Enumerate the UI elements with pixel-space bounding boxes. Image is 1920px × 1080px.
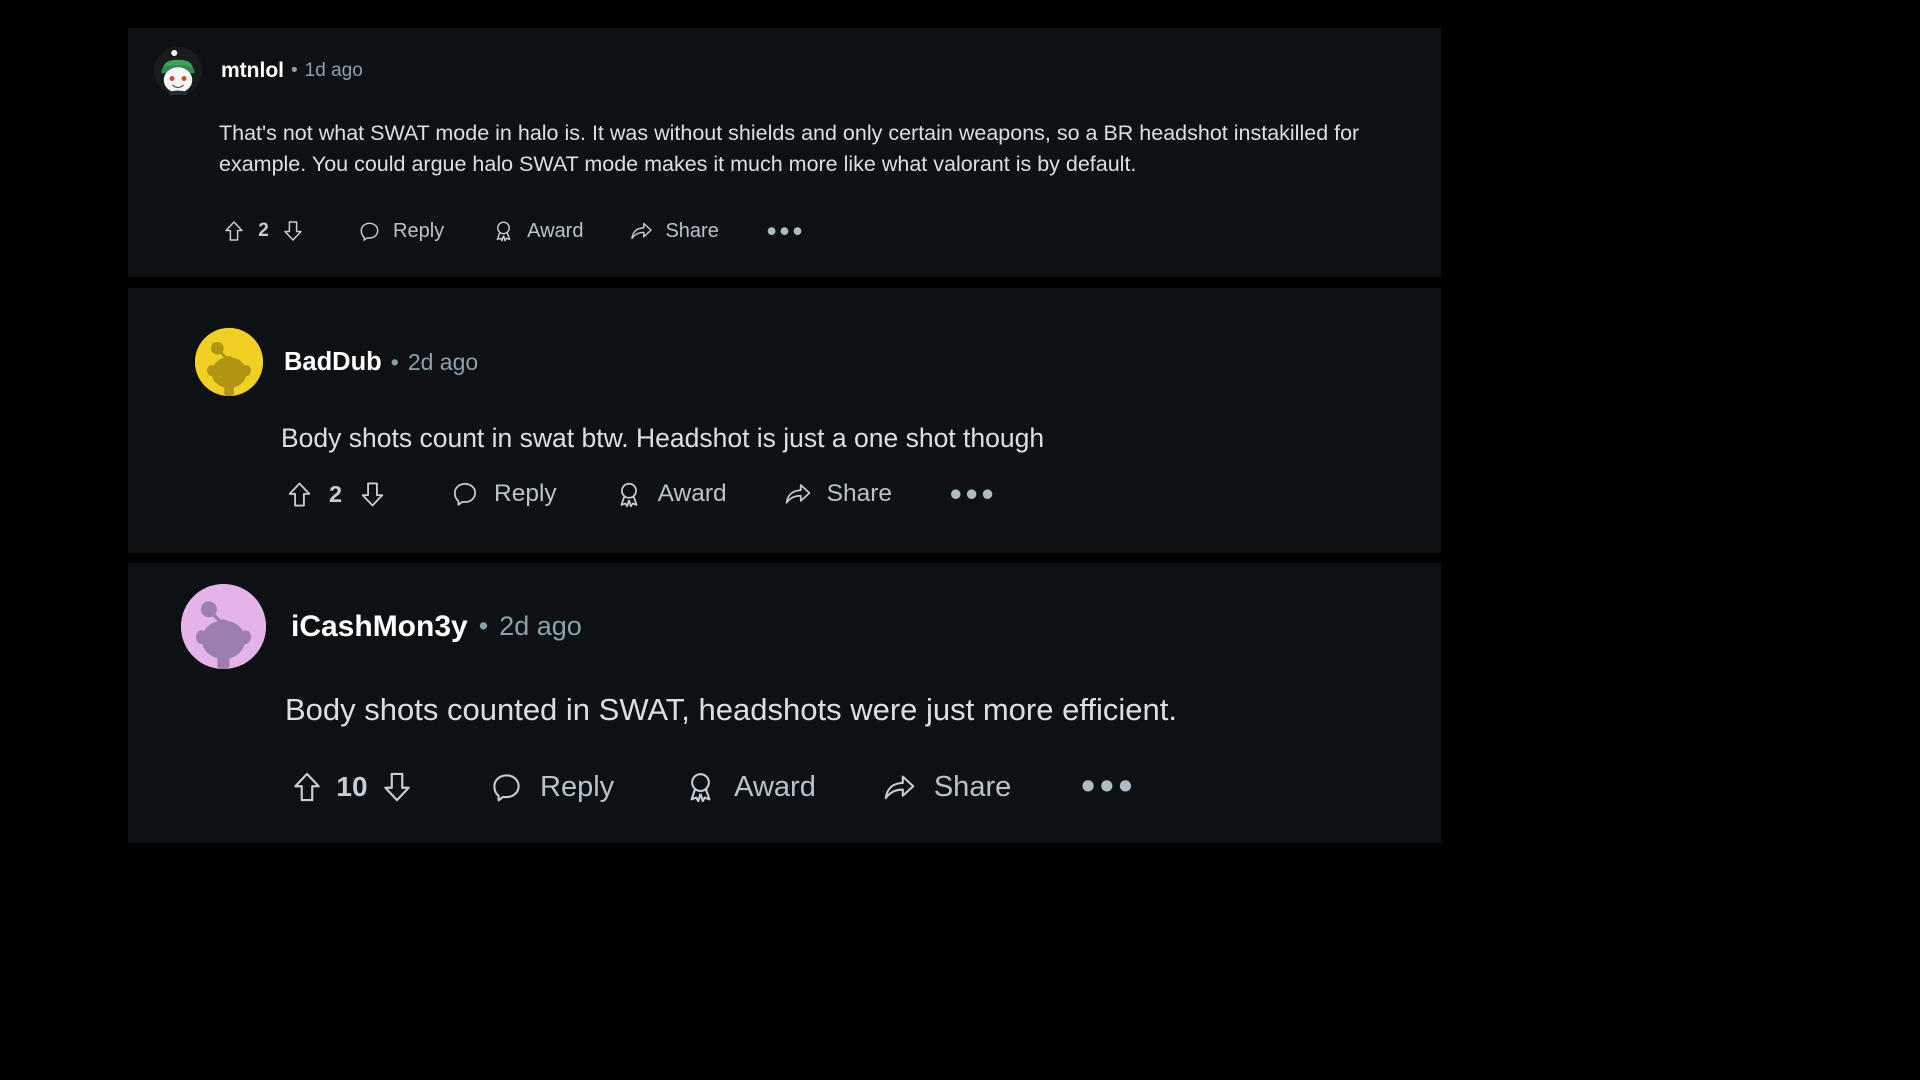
meta-separator-dot: • (478, 611, 489, 641)
share-label: Share (665, 219, 719, 242)
more-options-button[interactable]: ••• (950, 477, 998, 510)
comment-timestamp: 1d ago (304, 60, 363, 81)
comment-bubble-icon (356, 218, 382, 244)
meta-separator-dot: • (291, 60, 298, 81)
reply-label: Reply (540, 770, 615, 803)
share-arrow-icon (782, 478, 814, 510)
comment-action-bar: 10 Reply Award Share ••• (288, 768, 1137, 806)
comment-card: mtnlol • 1d ago That's not what SWAT mod… (128, 28, 1441, 277)
more-options-button[interactable]: ••• (767, 217, 806, 244)
comment-bubble-icon (487, 768, 525, 806)
reply-button[interactable]: Reply (449, 478, 557, 510)
award-label: Award (734, 770, 816, 803)
reply-label: Reply (393, 219, 445, 242)
reply-button[interactable]: Reply (356, 218, 444, 244)
reddit-snoo-avatar (181, 584, 266, 669)
comment-bubble-icon (449, 478, 481, 510)
vote-group: 10 (288, 768, 416, 806)
share-button[interactable]: Share (782, 478, 892, 510)
avatar[interactable] (181, 584, 266, 669)
downvote-arrow-icon[interactable] (378, 768, 416, 806)
comment-action-bar: 2 Reply Award Share ••• (283, 477, 998, 511)
award-label: Award (657, 480, 727, 507)
comment-card: iCashMon3y • 2d ago Body shots counted i… (128, 563, 1441, 843)
reply-label: Reply (494, 480, 557, 507)
comment-body-text: Body shots count in swat btw. Headshot i… (281, 423, 1045, 453)
vote-group: 2 (283, 478, 388, 510)
upvote-arrow-icon[interactable] (283, 478, 315, 510)
meta-separator-dot: • (390, 348, 399, 375)
comment-author-username[interactable]: iCashMon3y (291, 610, 468, 644)
vote-count: 2 (258, 220, 269, 241)
upvote-arrow-icon[interactable] (221, 218, 247, 244)
comment-body-text: Body shots counted in SWAT, headshots we… (285, 692, 1177, 727)
reply-button[interactable]: Reply (487, 768, 614, 806)
share-label: Share (826, 480, 893, 507)
vote-count: 2 (328, 480, 343, 507)
award-ribbon-icon (681, 768, 719, 806)
share-arrow-icon (628, 218, 654, 244)
upvote-arrow-icon[interactable] (288, 768, 326, 806)
award-button[interactable]: Award (681, 768, 816, 806)
comment-action-bar: 2 Reply Award Share ••• (221, 217, 806, 244)
avatar[interactable] (154, 47, 202, 95)
comment-timestamp: 2d ago (407, 348, 479, 375)
vote-count: 10 (336, 771, 368, 802)
comment-timestamp: 2d ago (499, 611, 582, 641)
award-button[interactable]: Award (613, 478, 727, 510)
vote-group: 2 (221, 218, 306, 244)
comment-body-text: That's not what SWAT mode in halo is. It… (219, 121, 1360, 176)
comment-card: BadDub • 2d ago Body shots count in swat… (128, 288, 1441, 553)
award-button[interactable]: Award (490, 218, 583, 244)
avatar[interactable] (195, 328, 263, 396)
share-button[interactable]: Share (628, 218, 719, 244)
more-options-button[interactable]: ••• (1081, 768, 1137, 806)
comment-header: iCashMon3y • 2d ago (181, 584, 582, 669)
screen-root: mtnlol • 1d ago That's not what SWAT mod… (0, 0, 1920, 1080)
share-label: Share (933, 770, 1012, 803)
share-button[interactable]: Share (881, 768, 1011, 806)
reddit-snoo-avatar (154, 47, 202, 95)
downvote-arrow-icon[interactable] (280, 218, 306, 244)
award-label: Award (527, 219, 584, 242)
reddit-snoo-avatar (195, 328, 263, 396)
award-ribbon-icon (613, 478, 645, 510)
comment-header: mtnlol • 1d ago (154, 47, 363, 95)
comment-author-username[interactable]: BadDub (284, 348, 382, 377)
downvote-arrow-icon[interactable] (356, 478, 388, 510)
comment-header: BadDub • 2d ago (195, 328, 478, 396)
share-arrow-icon (881, 768, 919, 806)
comment-author-username[interactable]: mtnlol (221, 59, 284, 83)
award-ribbon-icon (490, 218, 516, 244)
